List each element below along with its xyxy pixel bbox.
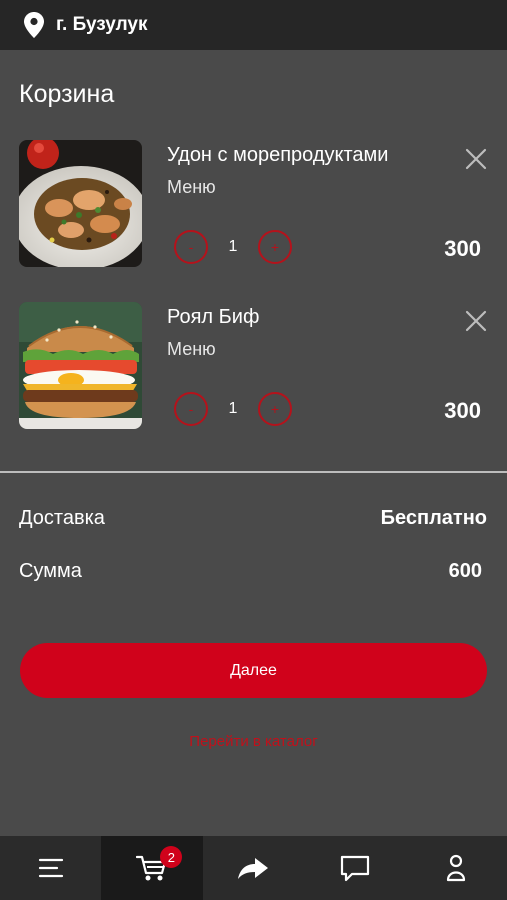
divider <box>0 471 507 473</box>
remove-item-icon[interactable] <box>462 145 490 173</box>
go-to-catalog-link[interactable]: Перейти в каталог <box>0 733 507 750</box>
page-title: Корзина <box>19 80 115 108</box>
item-price: 300 <box>444 398 481 423</box>
chat-icon <box>340 855 369 882</box>
tab-cart[interactable]: 2 <box>101 836 203 900</box>
item-category: Меню <box>167 177 216 197</box>
next-button[interactable]: Далее <box>20 643 487 698</box>
item-name: Роял Биф <box>167 306 260 328</box>
delivery-label: Доставка <box>19 507 105 529</box>
tab-chat[interactable] <box>304 836 405 900</box>
item-name: Удон с морепродуктами <box>167 144 389 166</box>
tab-menu[interactable] <box>0 836 101 900</box>
udon-dish-image <box>19 140 142 267</box>
increase-quantity-button[interactable]: + <box>258 230 292 264</box>
delivery-value: Бесплатно <box>380 507 487 529</box>
cart-count-badge: 2 <box>160 846 183 868</box>
bottom-tab-bar: 2 <box>0 836 507 900</box>
quantity-value: 1 <box>228 238 238 255</box>
cart-item: Роял Биф Меню - 1 + 300 <box>0 302 507 434</box>
remove-item-icon[interactable] <box>462 307 490 335</box>
tab-profile[interactable] <box>406 836 507 900</box>
item-price: 300 <box>444 236 481 261</box>
quantity-stepper: - 1 + <box>174 230 292 264</box>
burger-image <box>19 302 142 429</box>
quantity-stepper: - 1 + <box>174 392 292 426</box>
share-icon <box>238 858 269 879</box>
quantity-value: 1 <box>228 400 238 417</box>
total-label: Сумма <box>19 560 82 582</box>
top-bar: г. Бузулук <box>0 0 507 50</box>
profile-icon <box>447 854 466 882</box>
city-selector[interactable]: г. Бузулук <box>56 14 147 36</box>
increase-quantity-button[interactable]: + <box>258 392 292 426</box>
decrease-quantity-button[interactable]: - <box>174 392 208 426</box>
total-value: 600 <box>448 560 482 582</box>
decrease-quantity-button[interactable]: - <box>174 230 208 264</box>
map-pin-icon <box>24 12 44 38</box>
tab-share[interactable] <box>203 836 304 900</box>
item-category: Меню <box>167 339 216 359</box>
menu-icon <box>38 858 63 878</box>
cart-item: Удон с морепродуктами Меню - 1 + 300 <box>0 140 507 272</box>
